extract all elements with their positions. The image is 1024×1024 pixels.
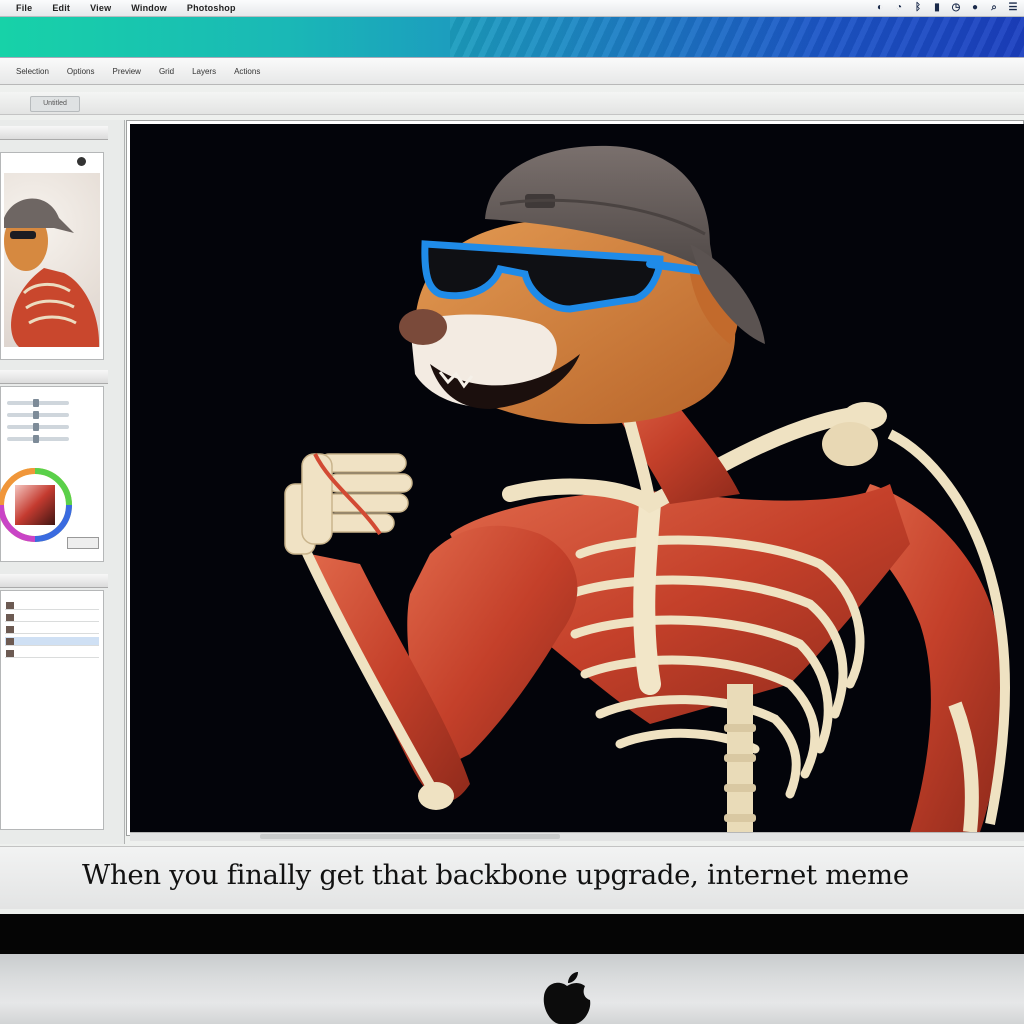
document-canvas[interactable]	[130, 124, 1024, 832]
slider-hue[interactable]	[7, 435, 69, 443]
close-icon[interactable]	[77, 157, 86, 166]
horizontal-scrollbar[interactable]	[130, 832, 1024, 841]
user-icon[interactable]: ●	[970, 1, 980, 14]
toolbar-actions[interactable]: Actions	[230, 65, 264, 78]
slider-saturation[interactable]	[7, 423, 69, 431]
toolbar-selection[interactable]: Selection	[12, 65, 53, 78]
canvas-image	[284, 145, 1010, 832]
navigator-panel	[0, 152, 104, 360]
adjustments-panel	[0, 386, 104, 562]
search-icon[interactable]: ⌕	[989, 1, 999, 14]
clock-icon[interactable]: ◷	[951, 1, 961, 14]
menu-file[interactable]: File	[12, 3, 36, 13]
menubar: File Edit View Window Photoshop ◐ ◔ ᛒ ▮ …	[0, 0, 1024, 17]
slider-brightness[interactable]	[7, 399, 69, 407]
thumbnail-image	[4, 198, 100, 347]
app-toolbar: Selection Options Preview Grid Layers Ac…	[0, 58, 1024, 85]
layer-row[interactable]	[5, 613, 99, 622]
meme-caption: When you finally get that backbone upgra…	[82, 860, 909, 891]
spotlight-icon[interactable]: ☰	[1008, 1, 1018, 14]
document-tab[interactable]: Untitled	[30, 96, 80, 112]
adjustments-panel-header[interactable]	[0, 370, 108, 384]
toolbar-options[interactable]: Options	[63, 65, 99, 78]
scrollbar-thumb[interactable]	[260, 834, 560, 839]
document-tabstrip: Untitled	[0, 92, 1024, 115]
layer-row-selected[interactable]	[5, 637, 99, 646]
monitor-screen: File Edit View Window Photoshop ◐ ◔ ᛒ ▮ …	[0, 0, 1024, 914]
menu-edit[interactable]: Edit	[48, 3, 74, 13]
layers-panel	[0, 590, 104, 830]
layer-row[interactable]	[5, 601, 99, 610]
slider-contrast[interactable]	[7, 411, 69, 419]
desktop-wallpaper	[0, 17, 1024, 58]
side-panel	[0, 120, 125, 844]
layer-row[interactable]	[5, 649, 99, 658]
volume-icon[interactable]: ◐	[875, 1, 885, 14]
monitor-chin	[0, 954, 1024, 1024]
menu-view[interactable]: View	[86, 3, 115, 13]
menu-window[interactable]: Window	[127, 3, 171, 13]
apple-logo-icon	[543, 972, 591, 1024]
toolbar-layers[interactable]: Layers	[188, 65, 220, 78]
battery-icon[interactable]: ▮	[932, 1, 942, 14]
menu-app[interactable]: Photoshop	[183, 3, 240, 13]
panel-options-icon[interactable]	[67, 537, 99, 549]
navigator-panel-header[interactable]	[0, 126, 108, 140]
status-area: ◐ ◔ ᛒ ▮ ◷ ● ⌕ ☰	[875, 1, 1018, 14]
wifi-icon[interactable]: ◔	[894, 1, 904, 14]
caption-bar: When you finally get that backbone upgra…	[0, 846, 1024, 909]
toolbar-grid[interactable]: Grid	[155, 65, 178, 78]
navigator-thumbnail[interactable]	[4, 173, 100, 347]
bluetooth-icon[interactable]: ᛒ	[913, 1, 923, 14]
layers-panel-header[interactable]	[0, 574, 108, 588]
layer-row[interactable]	[5, 625, 99, 634]
toolbar-preview[interactable]: Preview	[109, 65, 145, 78]
monitor-bezel	[0, 914, 1024, 954]
color-wheel[interactable]	[0, 465, 75, 545]
